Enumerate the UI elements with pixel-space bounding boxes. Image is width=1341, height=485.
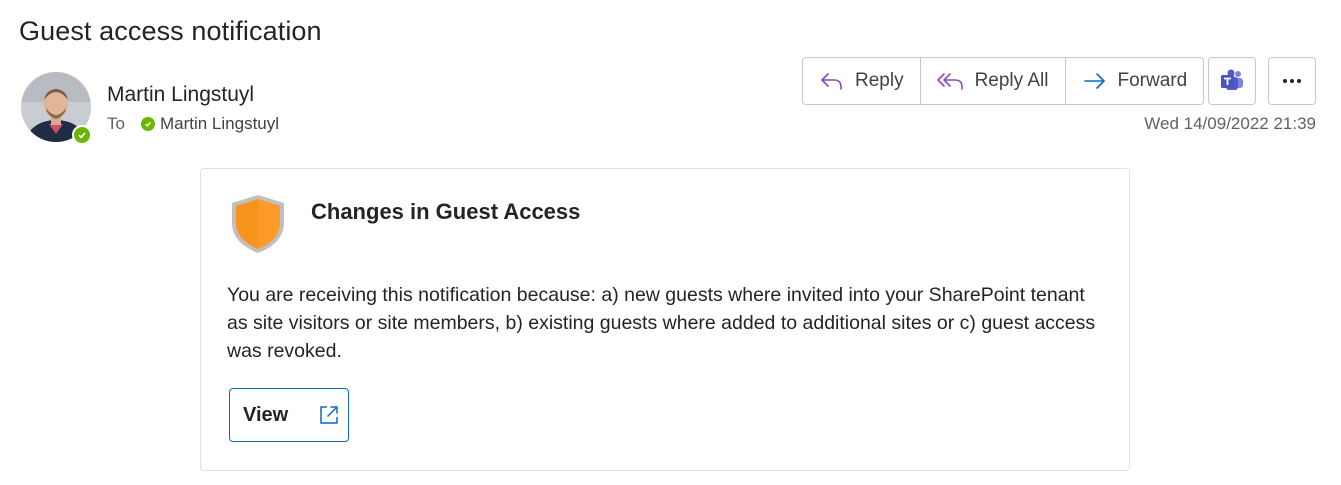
forward-icon xyxy=(1083,73,1105,89)
more-button[interactable] xyxy=(1268,57,1316,105)
presence-available-icon xyxy=(72,125,92,145)
more-icon xyxy=(1283,79,1301,83)
forward-button[interactable]: Forward xyxy=(1066,58,1204,104)
reply-icon xyxy=(821,73,842,90)
reply-label: Reply xyxy=(855,70,904,91)
notification-card: Changes in Guest Access You are receivin… xyxy=(200,168,1130,471)
recipients-row: To Martin Lingstuyl xyxy=(107,114,279,134)
reply-button[interactable]: Reply xyxy=(803,58,921,104)
view-label: View xyxy=(243,403,289,426)
card-title: Changes in Guest Access xyxy=(311,199,581,224)
sent-date: Wed 14/09/2022 21:39 xyxy=(1144,114,1316,133)
to-label: To xyxy=(107,114,125,133)
teams-icon xyxy=(1221,69,1243,90)
recipient-name[interactable]: Martin Lingstuyl xyxy=(160,114,279,134)
view-button[interactable]: View xyxy=(229,388,349,442)
reply-all-label: Reply All xyxy=(974,70,1049,91)
reply-all-button[interactable]: Reply All xyxy=(921,58,1066,104)
open-external-icon xyxy=(320,406,338,424)
email-subject: Guest access notification xyxy=(19,16,322,46)
reply-all-icon xyxy=(936,73,963,90)
forward-label: Forward xyxy=(1117,70,1188,91)
presence-available-icon xyxy=(140,117,155,131)
reply-actions-group: Reply Reply All Forward xyxy=(802,57,1205,105)
sender-name[interactable]: Martin Lingstuyl xyxy=(107,83,254,107)
card-body: You are receiving this notification beca… xyxy=(227,284,1096,362)
shield-icon xyxy=(232,195,284,253)
teams-button[interactable] xyxy=(1208,57,1256,105)
